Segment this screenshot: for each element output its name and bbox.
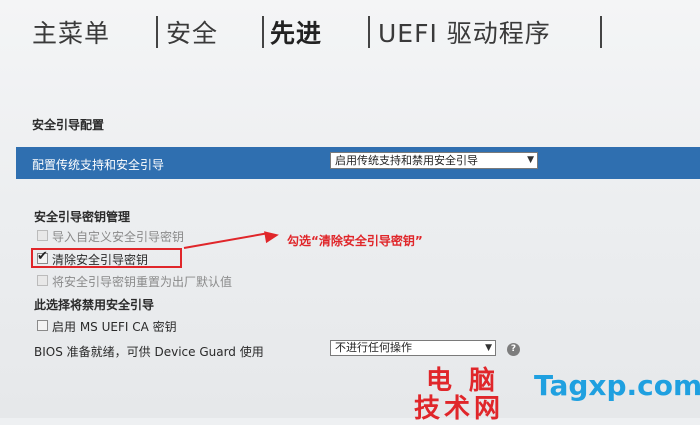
chevron-down-icon: ▼ — [527, 155, 534, 165]
import-custom-keys-label: 导入自定义安全引导密钥 — [52, 230, 185, 244]
enable-ms-uefi-ca-label: 启用 MS UEFI CA 密钥 — [52, 320, 177, 334]
bios-screen: 主菜单 安全 先进 UEFI 驱动程序 安全引导配置 配置传统支持和安全引导 启… — [0, 0, 700, 424]
annotation-text: 勾选“清除安全引导密钥” — [287, 234, 423, 248]
checkbox[interactable] — [37, 320, 48, 331]
disable-secure-boot-note: 此选择将禁用安全引导 — [34, 298, 155, 312]
config-select-value: 启用传统支持和禁用安全引导 — [335, 154, 478, 167]
chevron-down-icon: ▼ — [485, 343, 492, 353]
config-legacy-secure-boot-label: 配置传统支持和安全引导 — [32, 158, 165, 172]
tab-advanced[interactable]: 先进 — [270, 14, 322, 50]
annotation-arrow-line — [183, 232, 267, 249]
bios-device-guard-value: 不进行任何操作 — [335, 341, 412, 354]
tab-uefi-drivers[interactable]: UEFI 驱动程序 — [378, 14, 551, 50]
tab-security[interactable]: 安全 — [166, 14, 218, 50]
checkbox[interactable] — [37, 230, 48, 241]
reset-keys-factory-label: 将安全引导密钥重置为出厂默认值 — [52, 275, 233, 289]
watermark-cn-line2: 技术网 — [414, 394, 505, 424]
tab-bar: 主菜单 安全 先进 UEFI 驱动程序 — [0, 0, 700, 62]
tab-separator — [262, 16, 264, 48]
bios-device-guard-label: BIOS 准备就绪，可供 Device Guard 使用 — [34, 345, 264, 359]
tab-separator — [600, 16, 602, 48]
config-legacy-secure-boot-row[interactable]: 配置传统支持和安全引导 启用传统支持和禁用安全引导 ▼ — [16, 147, 700, 179]
tab-separator — [156, 16, 158, 48]
watermark-logo-cn: 电 脑 技术网 — [412, 360, 536, 424]
tab-main-menu[interactable]: 主菜单 — [32, 14, 110, 50]
arrow-right-icon — [264, 228, 280, 244]
checkbox[interactable] — [37, 275, 48, 286]
tab-separator — [368, 16, 370, 48]
key-management-title: 安全引导密钥管理 — [34, 210, 131, 224]
bios-device-guard-select[interactable]: 不进行任何操作 ▼ — [330, 340, 496, 356]
help-icon[interactable]: ? — [507, 343, 520, 356]
annotation-highlight-box — [31, 248, 182, 268]
secure-boot-config-title: 安全引导配置 — [32, 118, 105, 132]
watermark-logo-en: Tagxp.com — [534, 369, 700, 402]
config-legacy-secure-boot-select[interactable]: 启用传统支持和禁用安全引导 ▼ — [330, 152, 538, 169]
